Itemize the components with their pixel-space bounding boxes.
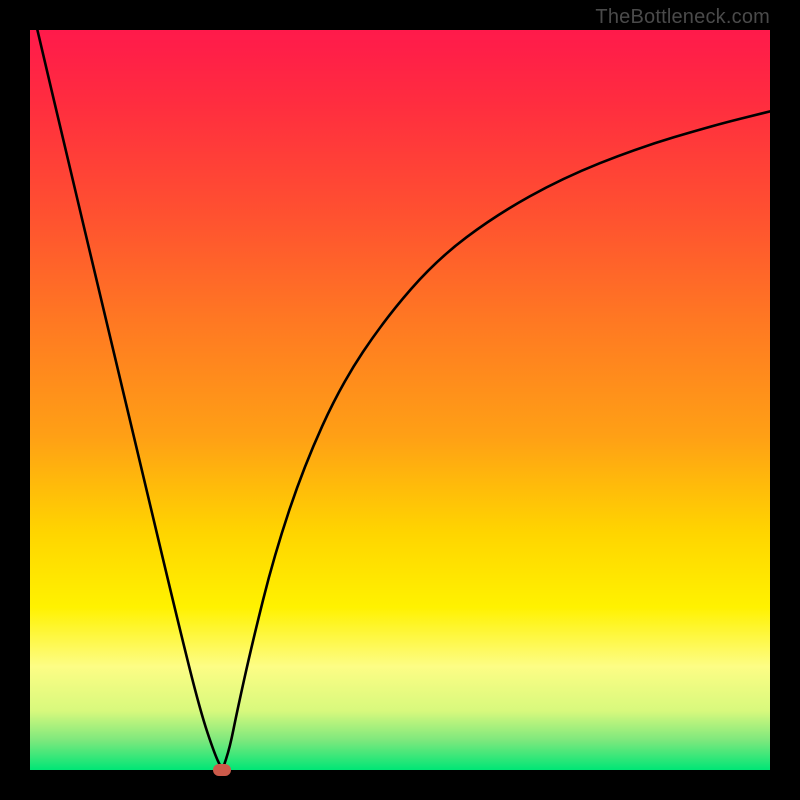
plot-area [30, 30, 770, 770]
curve-path [37, 30, 770, 770]
minimum-marker [213, 764, 231, 776]
chart-container: TheBottleneck.com [0, 0, 800, 800]
bottleneck-curve [30, 30, 770, 770]
watermark-text: TheBottleneck.com [595, 6, 770, 29]
